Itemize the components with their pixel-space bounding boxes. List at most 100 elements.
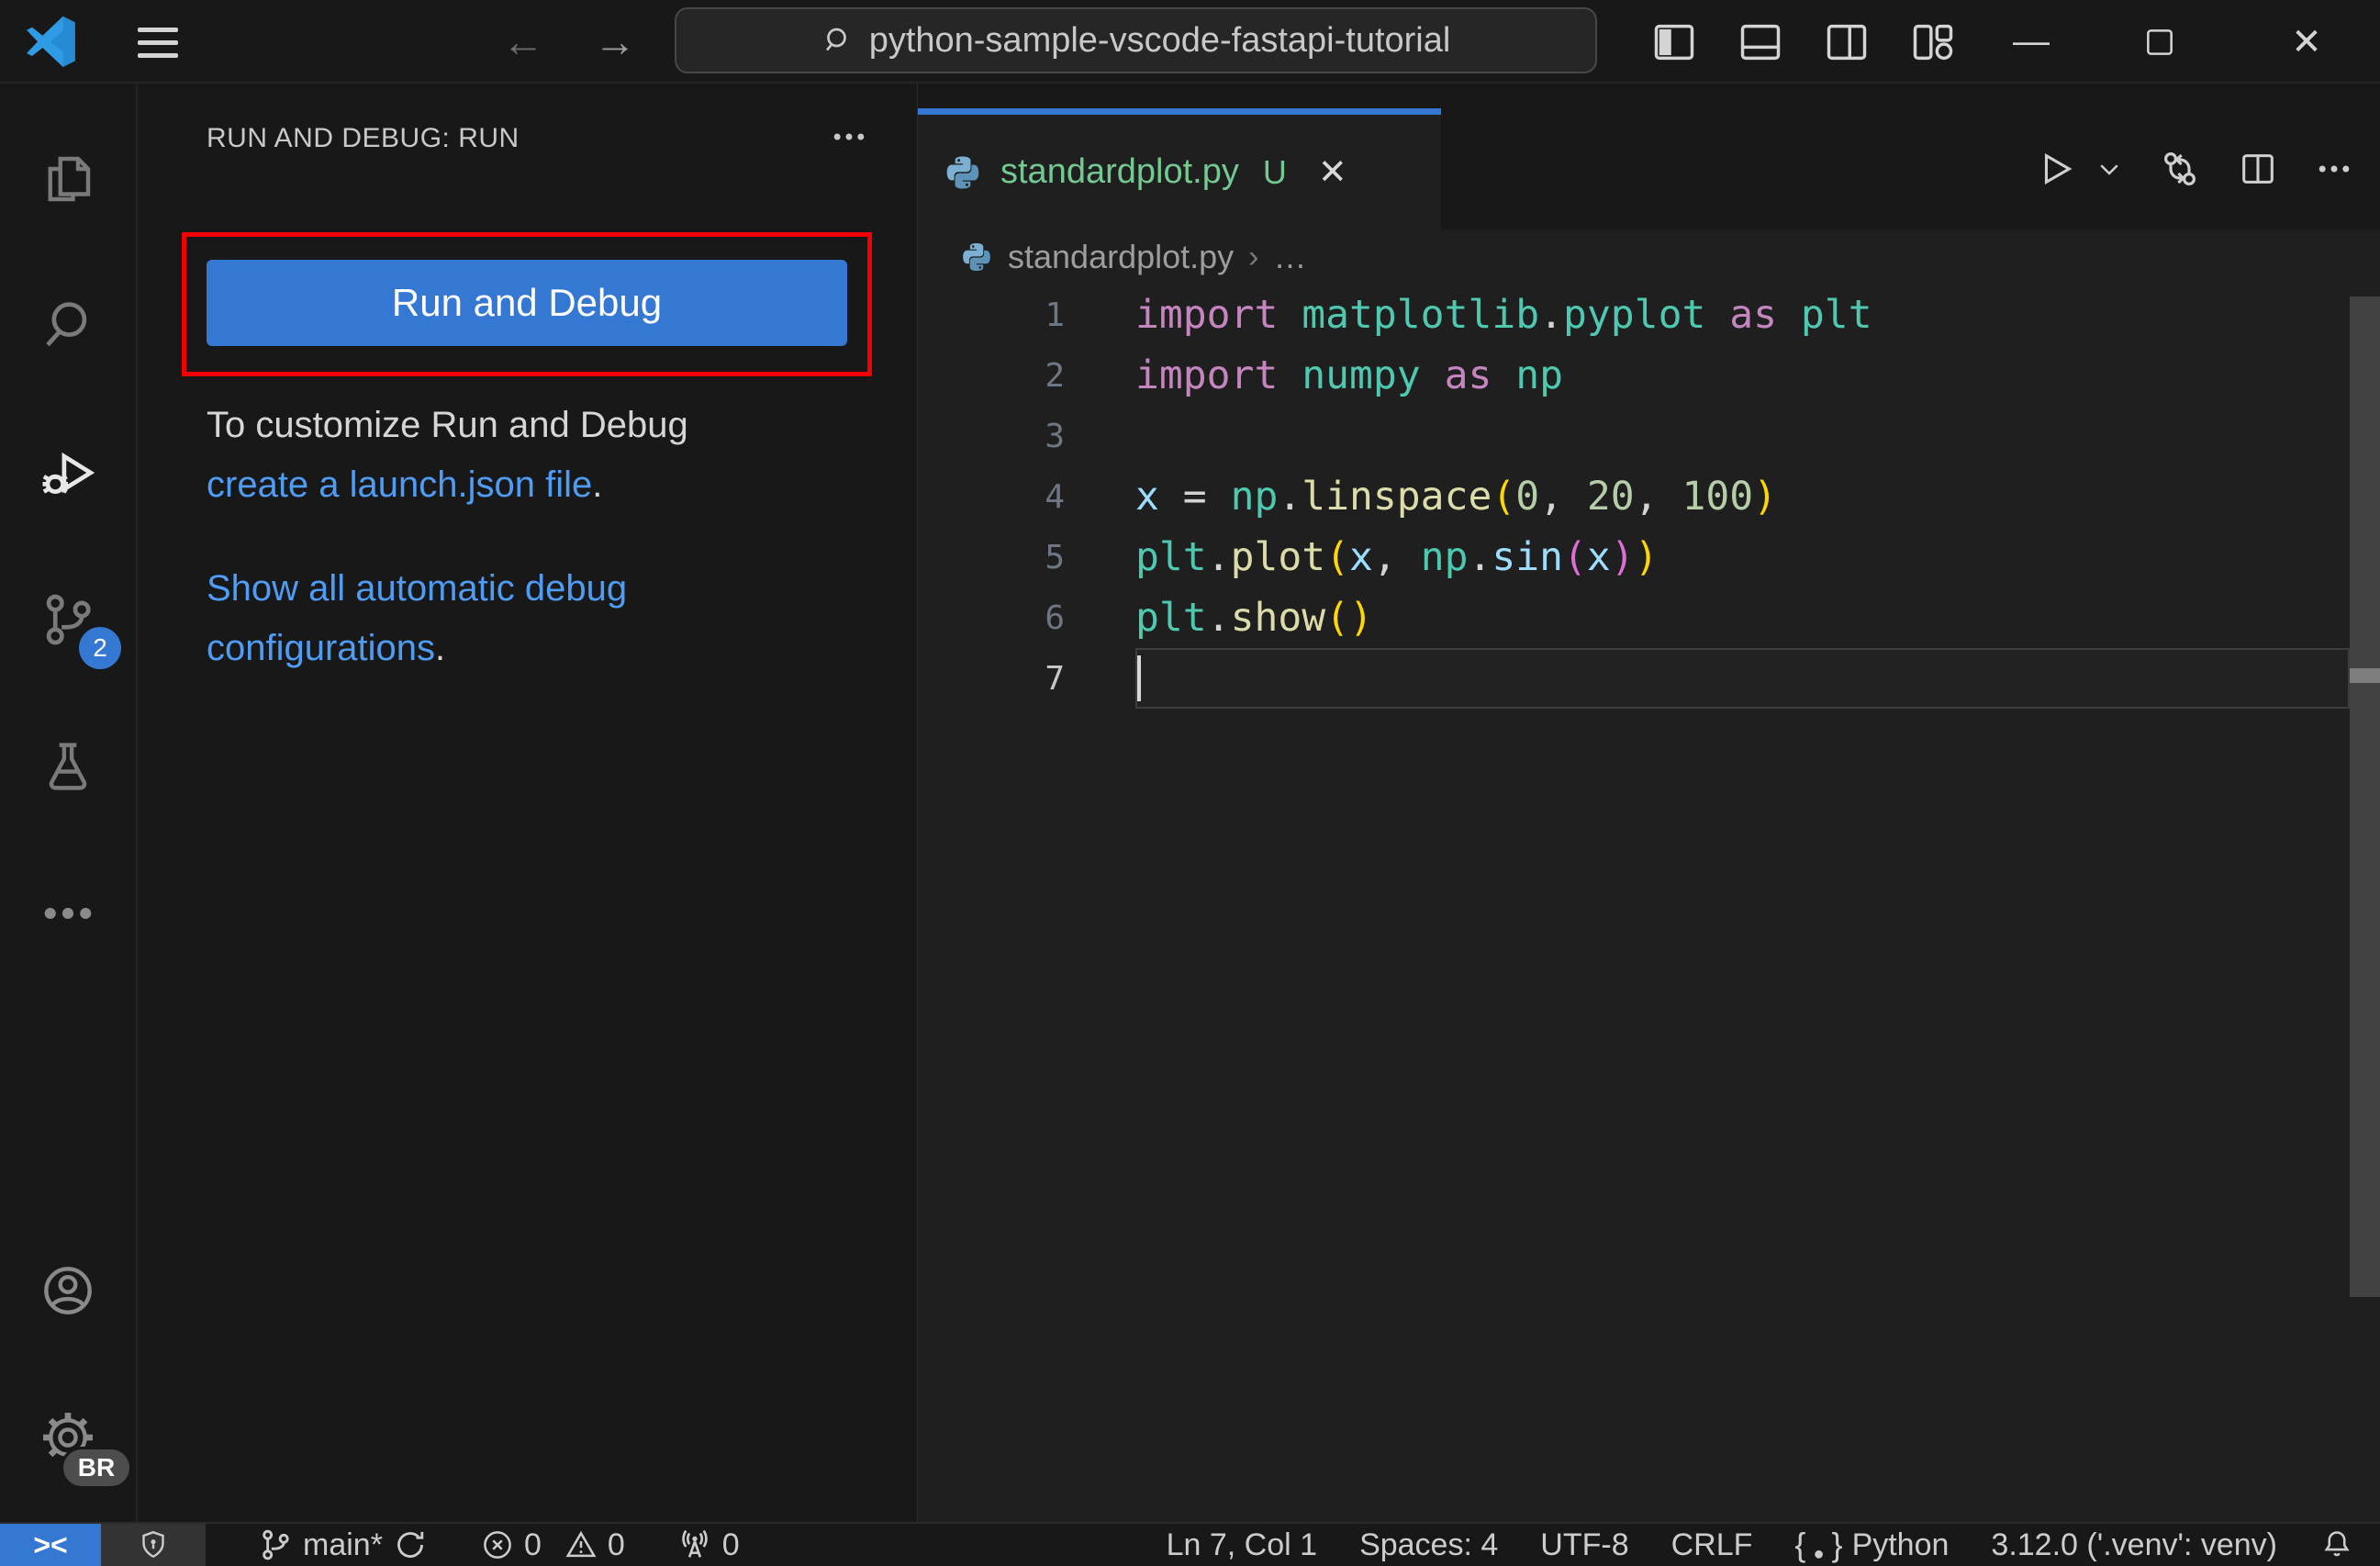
ports-status[interactable]: 0 [676, 1524, 740, 1566]
code-text: plt. plot(x, np. sin(x)) [1135, 534, 1659, 580]
split-editor-icon[interactable] [2237, 148, 2279, 190]
vscode-window: ← → python-sample-vscode-fastapi-tutoria… [0, 0, 2380, 1566]
panel-right-icon[interactable] [1804, 0, 1890, 84]
line-number: 5 [1045, 538, 1065, 576]
status-left: >< main* 0 0 0 [0, 1524, 1167, 1566]
settings-gear-icon[interactable]: BR [20, 1390, 132, 1489]
tab-untracked-badge: U [1262, 152, 1287, 191]
panel-left-icon[interactable] [1631, 0, 1717, 84]
maximize-icon[interactable] [2086, 0, 2233, 84]
run-and-debug-button[interactable]: Run and Debug [207, 260, 847, 346]
code-line[interactable]: 3 [918, 406, 2380, 466]
cursor-position[interactable]: Ln 7, Col 1 [1167, 1524, 1317, 1566]
panel-bottom-icon[interactable] [1717, 0, 1804, 84]
minimize-icon[interactable]: — [1976, 0, 2086, 84]
command-center[interactable]: python-sample-vscode-fastapi-tutorial [675, 7, 1597, 73]
search-icon [825, 28, 846, 51]
cursor-overview-marker [2350, 668, 2380, 683]
panel-header: RUN AND DEBUG: RUN [207, 117, 869, 160]
search-sidebar-icon[interactable] [20, 278, 116, 374]
more-views-icon[interactable] [20, 866, 116, 961]
problems-status[interactable]: 0 0 [480, 1524, 625, 1566]
code-line[interactable]: 4 x = np. linspace(0, 20, 100) [918, 466, 2380, 527]
line-number: 1 [1045, 296, 1065, 334]
editor-toolbar [2035, 108, 2354, 229]
open-changes-icon[interactable] [2158, 147, 2202, 191]
sync-icon [397, 1531, 424, 1558]
chevron-right-icon: › [1248, 239, 1259, 274]
tab-standardplot[interactable]: standardplot.py U ✕ [918, 108, 1441, 229]
workspace-trust-icon[interactable] [101, 1524, 206, 1566]
line-number: 2 [1045, 356, 1065, 395]
breadcrumb-symbol[interactable]: … [1274, 238, 1307, 276]
code-text: import numpy as np [1135, 352, 1564, 398]
source-control-icon[interactable]: 2 [20, 572, 121, 669]
titlebar-actions: — ✕ [1631, 0, 2380, 84]
tab-bar: standardplot.py U ✕ [918, 84, 2380, 229]
indentation[interactable]: Spaces: 4 [1359, 1524, 1498, 1566]
code-line[interactable]: 2 import numpy as np [918, 345, 2380, 406]
close-icon[interactable]: ✕ [2233, 0, 2380, 84]
bell-icon[interactable] [2319, 1524, 2354, 1566]
vscode-logo-icon [27, 16, 75, 67]
code-line[interactable]: 6 plt. show() [918, 587, 2380, 648]
braces-icon: {●} [1794, 1526, 1843, 1564]
testing-icon[interactable] [20, 719, 116, 814]
git-branch-status[interactable]: main* [257, 1524, 429, 1566]
run-and-debug-icon[interactable] [20, 425, 116, 520]
menu-icon[interactable] [138, 22, 178, 62]
branch-label: main* [303, 1527, 383, 1562]
highlight-annotation: Run and Debug [182, 232, 872, 376]
encoding[interactable]: UTF-8 [1540, 1524, 1628, 1566]
text-cursor [1137, 655, 1141, 701]
profile-badge: BR [61, 1447, 132, 1489]
command-center-text: python-sample-vscode-fastapi-tutorial [868, 20, 1451, 60]
run-python-file-icon[interactable] [2035, 148, 2077, 190]
layout-customize-icon[interactable] [1890, 0, 1976, 84]
customize-text: To customize Run and Debug create a laun… [207, 396, 776, 515]
code-line[interactable]: 5 plt. plot(x, np. sin(x)) [918, 527, 2380, 587]
code-text [1135, 648, 2350, 709]
line-number: 3 [1045, 417, 1065, 455]
python-icon [963, 243, 990, 271]
launch-json-link[interactable]: create a launch.json file [207, 464, 592, 505]
warning-count: 0 [607, 1527, 625, 1562]
editor-more-actions-icon[interactable] [2314, 149, 2354, 189]
workbench: 2 BR RUN AND DEBUG: RUN Run and Debug To… [0, 84, 2380, 1522]
scrollbar[interactable] [2350, 296, 2380, 1297]
breadcrumb-file[interactable]: standardplot.py [1008, 238, 1234, 276]
launch-suffix: . [592, 464, 603, 505]
code-line[interactable]: 7 [918, 648, 2380, 709]
arrow-right-icon[interactable]: → [587, 0, 642, 84]
code-lines: 1 import matplotlib. pyplot as plt 2 import … [918, 285, 2380, 1522]
ports-count: 0 [721, 1527, 740, 1562]
code-text: plt. show() [1135, 595, 1373, 641]
status-bar: >< main* 0 0 0 Ln 7, Col 1 Spaces: 4 UTF… [0, 1522, 2380, 1566]
warning-icon [565, 1530, 597, 1558]
line-number: 4 [1045, 477, 1065, 516]
run-and-debug-panel: RUN AND DEBUG: RUN Run and Debug To cust… [138, 84, 918, 1522]
remote-icon: >< [33, 1527, 68, 1561]
ellipsis-icon[interactable] [829, 117, 869, 160]
python-icon [946, 156, 979, 188]
arrow-left-icon[interactable]: ← [496, 0, 551, 84]
code-line[interactable]: 1 import matplotlib. pyplot as plt [918, 285, 2380, 345]
git-branch-icon [263, 1529, 289, 1560]
files-icon[interactable] [20, 131, 116, 227]
language-mode[interactable]: {●} Python [1794, 1524, 1949, 1566]
python-interpreter[interactable]: 3.12.0 ('.venv': venv) [1991, 1524, 2277, 1566]
tab-close-icon[interactable]: ✕ [1318, 151, 1347, 193]
show-configurations-link[interactable]: Show all automatic debug configurations [207, 568, 627, 668]
code-text: import matplotlib. pyplot as plt [1135, 292, 1872, 338]
radio-tower-icon [682, 1529, 708, 1558]
remote-indicator[interactable]: >< [0, 1524, 101, 1566]
customize-text-line: To customize Run and Debug [207, 405, 688, 445]
editor-group: standardplot.py U ✕ standardplot.py › … … [918, 84, 2380, 1522]
chevron-down-icon[interactable] [2095, 155, 2123, 183]
show-configurations-text: Show all automatic debug configurations. [207, 559, 776, 678]
eol-sequence[interactable]: CRLF [1671, 1524, 1753, 1566]
code-text: x = np. linspace(0, 20, 100) [1135, 474, 1778, 520]
account-icon[interactable] [20, 1243, 116, 1338]
error-icon [484, 1531, 511, 1559]
